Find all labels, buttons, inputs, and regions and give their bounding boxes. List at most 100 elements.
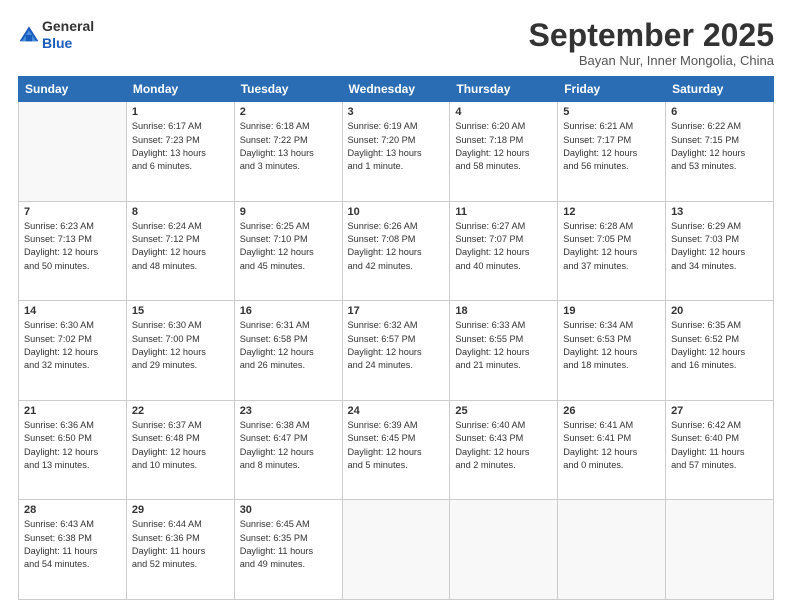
calendar-cell: 12 Sunrise: 6:28 AM Sunset: 7:05 PM Dayli… <box>558 201 666 301</box>
calendar-cell: 28 Sunrise: 6:43 AM Sunset: 6:38 PM Dayli… <box>19 500 127 600</box>
calendar-week-row: 21Sunrise: 6:36 AM Sunset: 6:50 PM Dayli… <box>19 400 774 500</box>
day-number: 18 <box>455 305 552 317</box>
weekday-header: Monday <box>126 77 234 102</box>
calendar-cell: 8Sunrise: 6:24 AM Sunset: 7:12 PM Daylig… <box>126 201 234 301</box>
calendar-cell: 9 Sunrise: 6:25 AM Sunset: 7:10 PM Daylig… <box>234 201 342 301</box>
page: General Blue September 2025 Bayan Nur, I… <box>0 0 792 612</box>
calendar-cell: 24 Sunrise: 6:39 AM Sunset: 6:45 PM Dayli… <box>342 400 450 500</box>
day-info: Sunrise: 6:20 AM Sunset: 7:18 PM Dayligh… <box>455 120 552 173</box>
calendar-cell: 21Sunrise: 6:36 AM Sunset: 6:50 PM Dayli… <box>19 400 127 500</box>
calendar-cell: 14 Sunrise: 6:30 AM Sunset: 7:02 PM Dayli… <box>19 301 127 401</box>
calendar-cell: 26Sunrise: 6:41 AM Sunset: 6:41 PM Dayli… <box>558 400 666 500</box>
calendar-cell: 3Sunrise: 6:19 AM Sunset: 7:20 PM Daylig… <box>342 102 450 202</box>
calendar-cell: 25 Sunrise: 6:40 AM Sunset: 6:43 PM Dayli… <box>450 400 558 500</box>
day-info: Sunrise: 6:18 AM Sunset: 7:22 PM Dayligh… <box>240 120 337 173</box>
month-title: September 2025 <box>529 18 774 53</box>
logo-general-text: General <box>42 18 94 34</box>
day-number: 27 <box>671 405 768 417</box>
calendar-week-row: 1Sunrise: 6:17 AM Sunset: 7:23 PM Daylig… <box>19 102 774 202</box>
day-info: Sunrise: 6:32 AM Sunset: 6:57 PM Dayligh… <box>348 319 445 372</box>
day-number: 19 <box>563 305 660 317</box>
day-number: 4 <box>455 106 552 118</box>
calendar-week-row: 7Sunrise: 6:23 AM Sunset: 7:13 PM Daylig… <box>19 201 774 301</box>
day-info: Sunrise: 6:45 AM Sunset: 6:35 PM Dayligh… <box>240 518 337 571</box>
day-number: 10 <box>348 206 445 218</box>
day-number: 15 <box>132 305 229 317</box>
day-number: 24 <box>348 405 445 417</box>
calendar-cell <box>342 500 450 600</box>
day-info: Sunrise: 6:17 AM Sunset: 7:23 PM Dayligh… <box>132 120 229 173</box>
day-number: 23 <box>240 405 337 417</box>
day-number: 5 <box>563 106 660 118</box>
calendar-cell: 7Sunrise: 6:23 AM Sunset: 7:13 PM Daylig… <box>19 201 127 301</box>
day-number: 3 <box>348 106 445 118</box>
day-number: 17 <box>348 305 445 317</box>
day-number: 20 <box>671 305 768 317</box>
day-number: 2 <box>240 106 337 118</box>
weekday-header: Thursday <box>450 77 558 102</box>
logo-text: General Blue <box>42 18 94 52</box>
calendar-cell <box>450 500 558 600</box>
calendar-cell: 15Sunrise: 6:30 AM Sunset: 7:00 PM Dayli… <box>126 301 234 401</box>
day-info: Sunrise: 6:40 AM Sunset: 6:43 PM Dayligh… <box>455 419 552 472</box>
calendar-cell: 17 Sunrise: 6:32 AM Sunset: 6:57 PM Dayli… <box>342 301 450 401</box>
day-number: 11 <box>455 206 552 218</box>
calendar-cell <box>19 102 127 202</box>
day-number: 16 <box>240 305 337 317</box>
calendar-cell: 16Sunrise: 6:31 AM Sunset: 6:58 PM Dayli… <box>234 301 342 401</box>
day-info: Sunrise: 6:37 AM Sunset: 6:48 PM Dayligh… <box>132 419 229 472</box>
weekday-header: Tuesday <box>234 77 342 102</box>
day-number: 29 <box>132 504 229 516</box>
weekday-header: Friday <box>558 77 666 102</box>
title-block: September 2025 Bayan Nur, Inner Mongolia… <box>529 18 774 68</box>
day-info: Sunrise: 6:38 AM Sunset: 6:47 PM Dayligh… <box>240 419 337 472</box>
day-info: Sunrise: 6:30 AM Sunset: 7:02 PM Dayligh… <box>24 319 121 372</box>
day-info: Sunrise: 6:21 AM Sunset: 7:17 PM Dayligh… <box>563 120 660 173</box>
day-info: Sunrise: 6:24 AM Sunset: 7:12 PM Dayligh… <box>132 220 229 273</box>
logo: General Blue <box>18 18 94 52</box>
day-info: Sunrise: 6:34 AM Sunset: 6:53 PM Dayligh… <box>563 319 660 372</box>
day-info: Sunrise: 6:22 AM Sunset: 7:15 PM Dayligh… <box>671 120 768 173</box>
day-number: 25 <box>455 405 552 417</box>
day-number: 9 <box>240 206 337 218</box>
day-info: Sunrise: 6:26 AM Sunset: 7:08 PM Dayligh… <box>348 220 445 273</box>
day-info: Sunrise: 6:42 AM Sunset: 6:40 PM Dayligh… <box>671 419 768 472</box>
calendar-week-row: 28 Sunrise: 6:43 AM Sunset: 6:38 PM Dayli… <box>19 500 774 600</box>
weekday-header: Saturday <box>666 77 774 102</box>
day-info: Sunrise: 6:33 AM Sunset: 6:55 PM Dayligh… <box>455 319 552 372</box>
day-info: Sunrise: 6:44 AM Sunset: 6:36 PM Dayligh… <box>132 518 229 571</box>
calendar-cell <box>558 500 666 600</box>
calendar-cell: 6 Sunrise: 6:22 AM Sunset: 7:15 PM Daylig… <box>666 102 774 202</box>
day-number: 28 <box>24 504 121 516</box>
calendar-cell: 22 Sunrise: 6:37 AM Sunset: 6:48 PM Dayli… <box>126 400 234 500</box>
calendar-cell: 4 Sunrise: 6:20 AM Sunset: 7:18 PM Daylig… <box>450 102 558 202</box>
calendar-cell: 18 Sunrise: 6:33 AM Sunset: 6:55 PM Dayli… <box>450 301 558 401</box>
calendar-cell: 1Sunrise: 6:17 AM Sunset: 7:23 PM Daylig… <box>126 102 234 202</box>
day-info: Sunrise: 6:27 AM Sunset: 7:07 PM Dayligh… <box>455 220 552 273</box>
day-number: 7 <box>24 206 121 218</box>
calendar-header-row: SundayMondayTuesdayWednesdayThursdayFrid… <box>19 77 774 102</box>
weekday-header: Sunday <box>19 77 127 102</box>
calendar-cell: 2 Sunrise: 6:18 AM Sunset: 7:22 PM Daylig… <box>234 102 342 202</box>
day-number: 14 <box>24 305 121 317</box>
day-info: Sunrise: 6:35 AM Sunset: 6:52 PM Dayligh… <box>671 319 768 372</box>
calendar-cell: 11 Sunrise: 6:27 AM Sunset: 7:07 PM Dayli… <box>450 201 558 301</box>
day-number: 26 <box>563 405 660 417</box>
header: General Blue September 2025 Bayan Nur, I… <box>18 18 774 68</box>
day-number: 6 <box>671 106 768 118</box>
day-number: 13 <box>671 206 768 218</box>
day-info: Sunrise: 6:43 AM Sunset: 6:38 PM Dayligh… <box>24 518 121 571</box>
day-info: Sunrise: 6:29 AM Sunset: 7:03 PM Dayligh… <box>671 220 768 273</box>
day-number: 12 <box>563 206 660 218</box>
calendar-week-row: 14 Sunrise: 6:30 AM Sunset: 7:02 PM Dayli… <box>19 301 774 401</box>
day-info: Sunrise: 6:28 AM Sunset: 7:05 PM Dayligh… <box>563 220 660 273</box>
calendar-cell: 20 Sunrise: 6:35 AM Sunset: 6:52 PM Dayli… <box>666 301 774 401</box>
logo-icon <box>18 24 40 46</box>
calendar-table: SundayMondayTuesdayWednesdayThursdayFrid… <box>18 76 774 600</box>
calendar-cell <box>666 500 774 600</box>
calendar-cell: 13 Sunrise: 6:29 AM Sunset: 7:03 PM Dayli… <box>666 201 774 301</box>
calendar-cell: 10 Sunrise: 6:26 AM Sunset: 7:08 PM Dayli… <box>342 201 450 301</box>
day-info: Sunrise: 6:25 AM Sunset: 7:10 PM Dayligh… <box>240 220 337 273</box>
day-number: 22 <box>132 405 229 417</box>
day-info: Sunrise: 6:39 AM Sunset: 6:45 PM Dayligh… <box>348 419 445 472</box>
